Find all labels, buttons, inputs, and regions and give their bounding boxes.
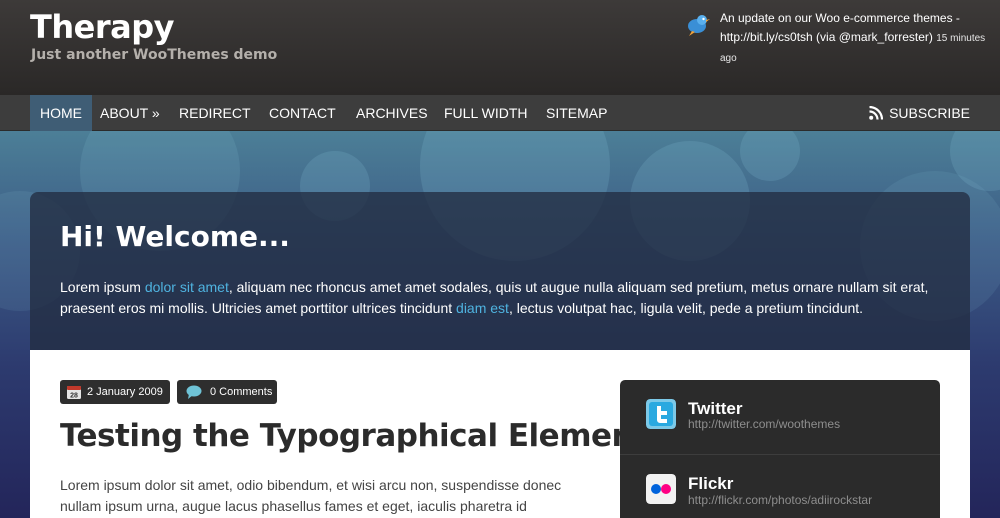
post-title[interactable]: Testing the Typographical Elements (60, 418, 666, 454)
calendar-icon: 28 (67, 386, 81, 400)
site-title[interactable]: Therapy (30, 8, 174, 46)
post-date-badge: 28 2 January 2009 (60, 380, 170, 404)
site-header: Therapy Just another WooThemes demo An u… (0, 0, 1000, 95)
social-flickr[interactable]: Flickr http://flickr.com/photos/adiirock… (620, 454, 940, 518)
nav-item-contact[interactable]: CONTACT (259, 95, 346, 131)
nav-item-full-width[interactable]: FULL WIDTH (434, 95, 537, 131)
welcome-link-1[interactable]: dolor sit amet (145, 279, 229, 295)
welcome-link-2[interactable]: diam est (456, 300, 509, 316)
welcome-box: Hi! Welcome... Lorem ipsum dolor sit ame… (30, 192, 970, 352)
tweet-text[interactable]: An update on our Woo e-commerce themes -… (720, 11, 960, 44)
post-excerpt: Lorem ipsum dolor sit amet, odio bibendu… (60, 477, 562, 514)
flickr-name: Flickr (688, 474, 734, 493)
flickr-icon (646, 474, 676, 504)
nav-item-redirect[interactable]: REDIRECT (169, 95, 261, 131)
post-comments-badge[interactable]: 0 Comments (177, 380, 277, 404)
welcome-text: Lorem ipsum dolor sit amet, aliquam nec … (60, 279, 929, 316)
twitter-bird-icon (684, 15, 710, 36)
subscribe-label: SUBSCRIBE (889, 105, 970, 121)
post-comments: 0 Comments (210, 386, 273, 398)
rss-icon (869, 106, 884, 120)
subscribe-link[interactable]: SUBSCRIBE (869, 95, 970, 131)
twitter-name: Twitter (688, 399, 743, 418)
nav-item-sitemap[interactable]: SITEMAP (536, 95, 617, 131)
nav-item-about[interactable]: ABOUT » (90, 95, 170, 131)
comment-bubble-icon (186, 385, 202, 399)
welcome-heading: Hi! Welcome... (60, 220, 290, 253)
social-sidebar: Twitter http://twitter.com/woothemes Fli… (620, 380, 940, 518)
flickr-url: http://flickr.com/photos/adiirockstar (688, 493, 873, 507)
post-date: 2 January 2009 (87, 386, 163, 398)
nav-item-home[interactable]: HOME (30, 95, 92, 131)
social-twitter[interactable]: Twitter http://twitter.com/woothemes (620, 380, 940, 454)
twitter-icon (646, 399, 676, 429)
twitter-url: http://twitter.com/woothemes (688, 417, 841, 431)
svg-text:28: 28 (70, 393, 78, 400)
site-tagline: Just another WooThemes demo (31, 47, 278, 63)
main-content: 28 2 January 2009 0 Comments Testing the… (30, 350, 970, 518)
main-nav: HOME ABOUT » REDIRECT CONTACT ARCHIVES F… (0, 95, 1000, 131)
nav-item-archives[interactable]: ARCHIVES (346, 95, 438, 131)
